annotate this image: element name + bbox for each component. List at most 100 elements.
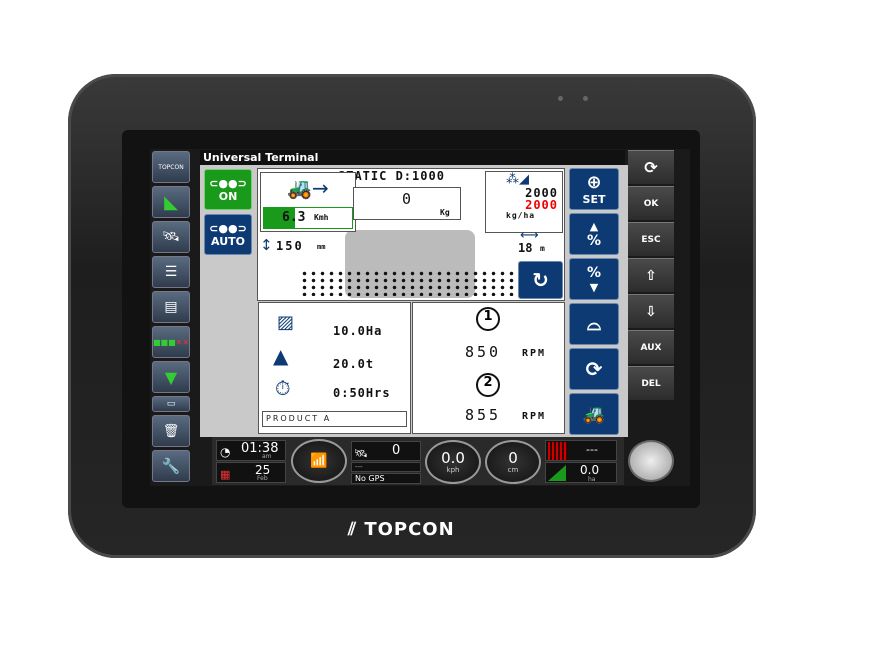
area-icon: ▨ (277, 312, 295, 333)
topcon-logo: ⫽ TOPCON (348, 519, 455, 540)
aux-key[interactable]: AUX (628, 330, 674, 364)
indicator-led (558, 96, 563, 101)
gps-quality: --- (351, 462, 421, 472)
weight-value: 0 (402, 190, 412, 208)
sidebar-settings[interactable]: ☰ (152, 256, 190, 288)
weight-unit: Kg (440, 208, 450, 217)
section-auto-button[interactable]: ⊂●●⊃ AUTO (204, 214, 252, 255)
topcon-logo-icon: ⫽ (348, 519, 358, 540)
area-value: 0.0 (580, 463, 600, 477)
weight-box: 0 Kg (353, 187, 461, 220)
increase-rate-button[interactable]: ▲% (569, 213, 619, 255)
esc-key[interactable]: ESC (628, 222, 674, 256)
sidebar-data[interactable]: 🗑 (152, 415, 190, 447)
disc2-icon: 2 (476, 373, 500, 397)
wrench-icon: 🔧 (161, 457, 181, 475)
spreader-icon: ▼ (164, 367, 178, 387)
tramline-icon (548, 442, 568, 460)
spreader-disc-icon: ⌓ (586, 313, 602, 335)
brand-name: TOPCON (364, 519, 455, 540)
data-transfer-icon: 🗑 (162, 423, 180, 439)
sidebar-tools[interactable]: 🔧 (152, 450, 190, 482)
set-label: SET (582, 193, 606, 206)
sats: 0 (392, 443, 401, 458)
sidebar-gps[interactable]: 🛰 (152, 221, 190, 253)
product-field[interactable]: PRODUCT A (262, 411, 407, 427)
cycle-button[interactable]: ⟳ (569, 348, 619, 390)
percent-label: % (586, 232, 602, 249)
sidebar-console[interactable]: ▤ (152, 291, 190, 323)
sidebar-guidance[interactable]: ◣ (152, 186, 190, 218)
signal-strength[interactable]: 📶 (291, 439, 347, 483)
height-icon: ↕ (260, 236, 273, 254)
home-button[interactable] (628, 440, 674, 482)
date: ▦ 25 Feb (216, 462, 286, 483)
section-control-icon: ■■■✕✕ (152, 337, 190, 347)
mass-value: 20.0t (333, 357, 375, 371)
sidebar-topcon-logo[interactable]: TOPCON (152, 151, 190, 183)
gauge-speed: 0.0 (441, 448, 465, 467)
rotate-disc-icon: ↻ (532, 268, 549, 292)
rpm-unit: RPM (522, 411, 547, 422)
tramline-value: --- (586, 443, 598, 456)
refresh-icon: ⟳ (644, 158, 658, 177)
sidebar-spreader[interactable]: ▼ (152, 361, 190, 393)
disc1-rpm: 850 (465, 343, 502, 361)
up-key[interactable]: ⇧ (628, 258, 674, 292)
time: 01:38 (241, 441, 279, 456)
time-value: 0:50Hrs (333, 386, 391, 400)
speed-gauge[interactable]: 0.0 kph (425, 440, 481, 484)
set-button[interactable]: ⊕ SET (569, 168, 619, 210)
topcon-logo-icon: TOPCON (158, 163, 184, 171)
indicator-led (583, 96, 588, 101)
ampm: am (262, 453, 272, 460)
satellite-icon: 🛰 (354, 447, 368, 460)
disc1-icon: 1 (476, 307, 500, 331)
tractor-icon: 🚜 (582, 403, 606, 425)
area-counter: 0.0 ha (545, 462, 617, 483)
weight-icon: ▲ (273, 344, 289, 368)
section-icon: ⊂●●⊃ (209, 221, 247, 235)
clock: ◔ 01:38 am (216, 440, 286, 461)
console-icon: ▤ (164, 299, 178, 315)
implement-icon: ▭ (166, 399, 176, 409)
spread-pattern (300, 270, 515, 296)
stopwatch-icon: ⏱ (275, 376, 291, 400)
sidebar-sections[interactable]: ■■■✕✕ (152, 326, 190, 358)
decrease-rate-button[interactable]: % ▼ (569, 258, 619, 300)
gps-status: No GPS (351, 473, 421, 484)
area-unit: ha (588, 476, 596, 483)
signal-bars-icon: 📶 (310, 453, 328, 469)
tractor-button[interactable]: 🚜 (569, 393, 619, 435)
down-key[interactable]: ⇩ (628, 294, 674, 328)
window-title: Universal Terminal (200, 150, 625, 165)
section-on-button[interactable]: ⊂●●⊃ ON (204, 169, 252, 210)
spread-pattern-button[interactable]: ↻ (518, 261, 563, 299)
section-icon: ⊂●●⊃ (209, 176, 247, 190)
calendar-icon: ▦ (220, 468, 231, 481)
cycle-icon: ⟳ (585, 357, 603, 381)
satellite-icon: 🛰 (162, 229, 180, 245)
speed-unit: Kmh (314, 213, 329, 222)
increase-percent-icon: ▲ (589, 219, 599, 233)
on-label: ON (218, 189, 238, 203)
tractor-icon: 🚜→ (287, 176, 329, 200)
refresh-key[interactable]: ⟳ (628, 150, 674, 184)
offset-value: 0 (508, 448, 518, 467)
percent-label: % (586, 264, 602, 281)
sidebar-implement[interactable]: ▭ (152, 396, 190, 412)
del-key[interactable]: DEL (628, 366, 674, 400)
ok-key[interactable]: OK (628, 186, 674, 220)
disc-speed-button[interactable]: ⌓ (569, 303, 619, 345)
disc2-rpm: 855 (465, 406, 502, 424)
height-unit: mm (317, 243, 326, 251)
cross-track-gauge[interactable]: 0 cm (485, 440, 541, 484)
rate-unit: kg/ha (506, 211, 536, 220)
month: Feb (257, 475, 268, 482)
height-value: 150 (276, 239, 304, 253)
speed-value: 6.3 (282, 210, 306, 225)
width-unit: m (540, 244, 545, 253)
rate-box: ⁂◢ 2000 2000 kg/ha (485, 171, 563, 233)
speed-box: 🚜→ 6.3 Kmh (260, 172, 356, 232)
settings-bars-icon: ☰ (164, 264, 178, 280)
